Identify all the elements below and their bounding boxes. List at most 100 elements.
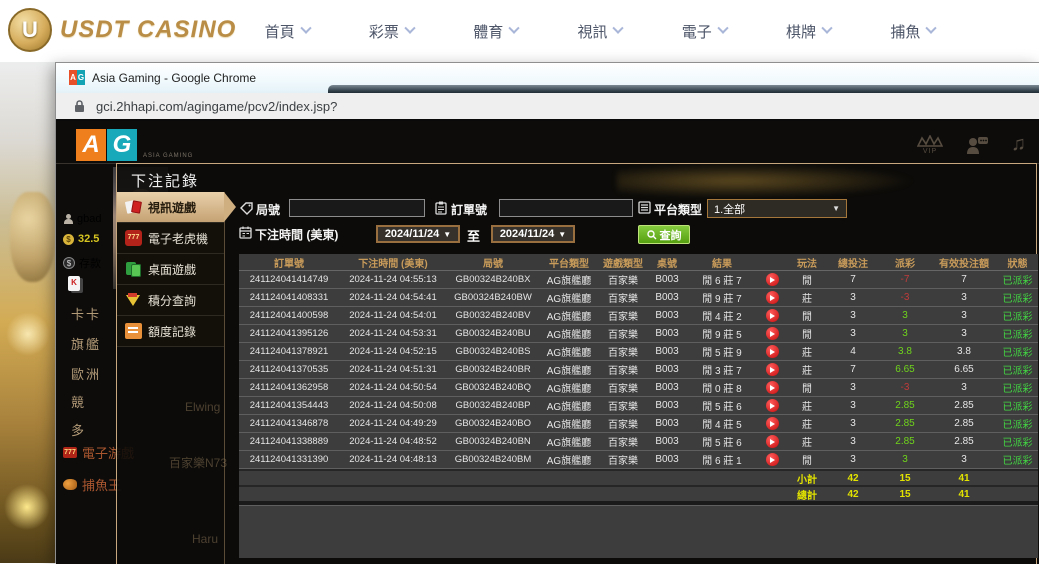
records-icon [125,323,142,339]
bet-records-table: 訂單號下注時間 (美東)局號平台類型遊戲類型桌號結果玩法總投注派彩有效投注額狀態… [239,254,1038,558]
total-bet-cell: 7 [827,271,879,288]
total-bet-cell: 3 [827,433,879,450]
play-type-cell: 莊 [787,343,827,360]
ag-logo-g: G [107,129,137,161]
table-row: 2411240413951262024-11-24 04:53:31GB0032… [239,325,1038,343]
slot-777-icon: 777 [63,447,77,458]
total-row: 總計421541 [239,485,1038,501]
vip-label: VIP [917,148,943,155]
chevron-down-icon [404,23,415,34]
replay-button[interactable] [766,363,779,376]
play-type-cell: 莊 [787,433,827,450]
chevron-down-icon [926,23,937,34]
replay-button[interactable] [766,345,779,358]
site-logo[interactable]: U USDT CASINO [8,8,236,52]
ag-topbar-icons: VIP ♫ [917,133,1026,156]
valid-bet-cell: 7 [931,271,997,288]
round-number-cell: GB00324B240BN [447,433,539,450]
titlebar-strip [328,85,1039,93]
search-button-label: 查詢 [660,227,682,243]
round-input[interactable] [289,199,425,217]
date-from-picker[interactable]: 2024/11/24 ▼ [376,225,460,243]
deposit-row[interactable]: $ 存款 [63,255,101,271]
status-cell: 已派彩 [997,289,1038,306]
order-number-cell: 241124041395126 [239,325,339,342]
nav-item-體育[interactable]: 體育 [473,21,518,42]
customer-service-icon[interactable] [965,135,989,155]
platform-cell: AG旗艦廳 [539,379,599,396]
chevron-down-icon [509,23,520,34]
panel-menu-額度記錄[interactable]: 額度記錄 [117,316,224,347]
bet-time-cell: 2024-11-24 04:54:01 [339,307,447,324]
replay-button[interactable] [766,453,779,466]
cards-icon [125,199,142,215]
play-type-cell: 閒 [787,325,827,342]
replay-button[interactable] [766,381,779,394]
empty-cell [447,471,539,485]
panel-menu-視訊遊戲[interactable]: 視訊遊戲 [117,192,224,223]
total-bet-cell: 3 [827,397,879,414]
replay-button[interactable] [766,309,779,322]
replay-button[interactable] [766,435,779,448]
subtotal-row: 小計421541 [239,469,1038,485]
panel-side-menu: 視訊遊戲777電子老虎機桌面遊戲積分查詢額度記錄 [117,192,225,564]
order-input[interactable] [499,199,633,217]
game-type-cell: 百家樂 [599,307,647,324]
replay-button[interactable] [766,273,779,286]
empty-cell [687,487,757,501]
date-to-picker[interactable]: 2024/11/24 ▼ [491,225,575,243]
result-cell: 閒 3 莊 7 [687,361,757,378]
tag-icon [240,202,253,215]
vip-icon[interactable]: VIP [917,135,943,155]
replay-button[interactable] [766,291,779,304]
replay-cell [757,397,787,414]
bg-menu-fishing[interactable]: 捕魚王 [63,475,121,494]
table-number-cell: B003 [647,343,687,360]
ag-logo: A G ASIA GAMING [76,129,193,161]
video-games-row[interactable]: K [68,276,80,291]
panel-menu-label: 電子老虎機 [148,230,208,247]
url-text: gci.2hhapi.com/agingame/pcv2/index.jsp? [96,99,337,114]
replay-button[interactable] [766,327,779,340]
panel-menu-桌面遊戲[interactable]: 桌面遊戲 [117,254,224,285]
bet-time-cell: 2024-11-24 04:52:15 [339,343,447,360]
panel-menu-積分查詢[interactable]: 積分查詢 [117,285,224,316]
nav-item-捕魚[interactable]: 捕魚 [890,21,935,42]
bg-menu-item[interactable]: 歐洲 [71,364,101,383]
platform-label: 平台類型 [654,201,702,218]
panel-menu-電子老虎機[interactable]: 777電子老虎機 [117,223,224,254]
bet-records-panel: Elwing 百家樂N73 Haru 下注記錄 視訊遊戲777電子老虎機桌面遊戲… [116,163,1037,564]
table-row: 2411240413388892024-11-24 04:48:52GB0032… [239,433,1038,451]
panel-title: 下注記錄 [131,170,199,191]
bet-time-cell: 2024-11-24 04:48:52 [339,433,447,450]
replay-button[interactable] [766,399,779,412]
bg-menu-item[interactable]: 競 [71,392,86,411]
valid-bet-cell: 3 [931,289,997,306]
total-bet-cell: 7 [827,361,879,378]
empty-cell [757,487,787,501]
url-bar[interactable]: gci.2hhapi.com/agingame/pcv2/index.jsp? [56,93,1039,121]
lock-icon[interactable] [74,100,85,113]
nav-item-棋牌[interactable]: 棋牌 [786,21,831,42]
bg-menu-item[interactable]: 旗艦 [71,334,101,353]
payout-cell: 3.8 [879,343,931,360]
replay-button[interactable] [766,417,779,430]
nav-item-彩票[interactable]: 彩票 [369,21,414,42]
round-number-cell: GB00324B240BS [447,343,539,360]
result-cell: 閒 4 莊 2 [687,307,757,324]
nav-item-電子[interactable]: 電子 [682,21,727,42]
platform-select[interactable]: 1.全部 ▼ [707,199,847,218]
music-icon[interactable]: ♫ [1011,133,1026,156]
platform-cell: AG旗艦廳 [539,307,599,324]
platform-cell: AG旗艦廳 [539,343,599,360]
result-cell: 閒 5 莊 6 [687,397,757,414]
table-header-cell: 玩法 [787,254,827,270]
bet-time-label: 下注時間 (美東) [255,226,338,243]
nav-item-首頁[interactable]: 首頁 [265,21,310,42]
bg-menu-item[interactable]: 卡卡 [71,304,101,323]
round-number-cell: GB00324B240BX [447,271,539,288]
search-button[interactable]: 查詢 [638,225,690,244]
select-arrow-icon: ▼ [832,204,840,213]
bg-menu-item[interactable]: 多 [71,420,86,439]
nav-item-視訊[interactable]: 視訊 [577,21,622,42]
